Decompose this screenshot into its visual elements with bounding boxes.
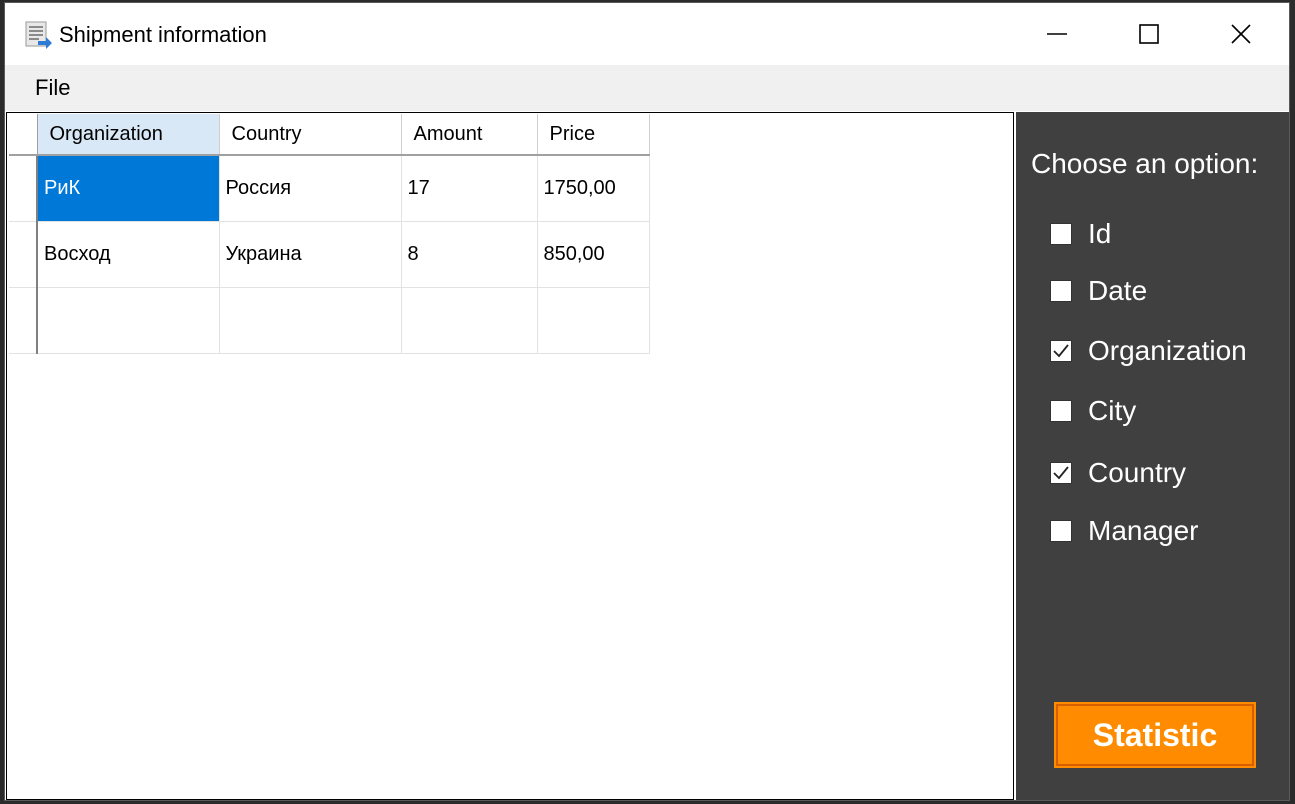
new-row — [9, 287, 650, 354]
option-manager[interactable]: Manager — [1050, 514, 1280, 550]
option-label: Id — [1088, 218, 1112, 249]
table-cell[interactable]: Украина — [219, 221, 402, 288]
row-header[interactable] — [9, 155, 38, 222]
column-header-amount[interactable]: Amount — [401, 114, 538, 156]
menu-bar: File — [5, 65, 1289, 111]
title-bar[interactable]: Shipment information — [5, 3, 1289, 65]
table-cell[interactable]: 8 — [401, 221, 538, 288]
row-header[interactable] — [9, 221, 38, 288]
table-row: РиК Россия 17 1750,00 — [9, 155, 650, 222]
shipment-table: Organization Country Amount Price РиК Ро… — [9, 114, 650, 354]
option-label: City — [1088, 395, 1137, 426]
close-button[interactable] — [1195, 3, 1287, 65]
table-cell[interactable] — [401, 287, 538, 354]
checkmark-icon — [1053, 344, 1069, 358]
option-id[interactable]: Id — [1050, 217, 1280, 253]
option-country[interactable]: Country — [1050, 456, 1280, 492]
table-cell[interactable]: 850,00 — [537, 221, 650, 288]
checkmark-icon — [1053, 466, 1069, 480]
main-window: Shipment information File Organization C… — [4, 2, 1290, 801]
checkbox-city[interactable] — [1050, 400, 1072, 422]
table-cell[interactable] — [219, 287, 402, 354]
data-grid[interactable]: Organization Country Amount Price РиК Ро… — [6, 112, 1014, 800]
table-cell[interactable]: Восход — [37, 221, 220, 288]
option-label: Organization — [1088, 335, 1247, 366]
window-title: Shipment information — [59, 22, 267, 47]
table-cell[interactable] — [537, 287, 650, 354]
option-date[interactable]: Date — [1050, 274, 1280, 310]
document-list-icon — [24, 21, 54, 49]
row-header[interactable] — [9, 287, 38, 354]
statistic-button[interactable]: Statistic — [1054, 702, 1256, 768]
minimize-button[interactable] — [1011, 3, 1103, 65]
column-header-country[interactable]: Country — [219, 114, 402, 156]
table-cell[interactable] — [37, 287, 220, 354]
column-header-organization[interactable]: Organization — [37, 114, 220, 156]
option-label: Country — [1088, 457, 1187, 488]
checkbox-country[interactable] — [1050, 462, 1072, 484]
table-cell[interactable]: РиК — [37, 155, 220, 222]
checkbox-organization[interactable] — [1050, 340, 1072, 362]
menu-file[interactable]: File — [33, 76, 72, 100]
maximize-icon — [1139, 24, 1159, 44]
grid-corner[interactable] — [9, 114, 38, 156]
header-row: Organization Country Amount Price — [9, 114, 650, 156]
option-city[interactable]: City — [1050, 394, 1280, 430]
table-row: Восход Украина 8 850,00 — [9, 221, 650, 288]
table-cell[interactable]: Россия — [219, 155, 402, 222]
choose-option-label: Choose an option: — [1031, 148, 1259, 179]
table-cell[interactable]: 1750,00 — [537, 155, 650, 222]
option-label: Manager — [1088, 515, 1199, 546]
checkbox-id[interactable] — [1050, 223, 1072, 245]
column-header-price[interactable]: Price — [537, 114, 650, 156]
options-panel: Choose an option: Id Date Organization C… — [1016, 112, 1289, 800]
option-organization[interactable]: Organization — [1050, 334, 1280, 370]
close-icon — [1231, 24, 1251, 44]
checkbox-date[interactable] — [1050, 280, 1072, 302]
option-label: Date — [1088, 275, 1148, 306]
table-cell[interactable]: 17 — [401, 155, 538, 222]
checkbox-manager[interactable] — [1050, 520, 1072, 542]
minimize-icon — [1047, 33, 1067, 35]
maximize-button[interactable] — [1103, 3, 1195, 65]
